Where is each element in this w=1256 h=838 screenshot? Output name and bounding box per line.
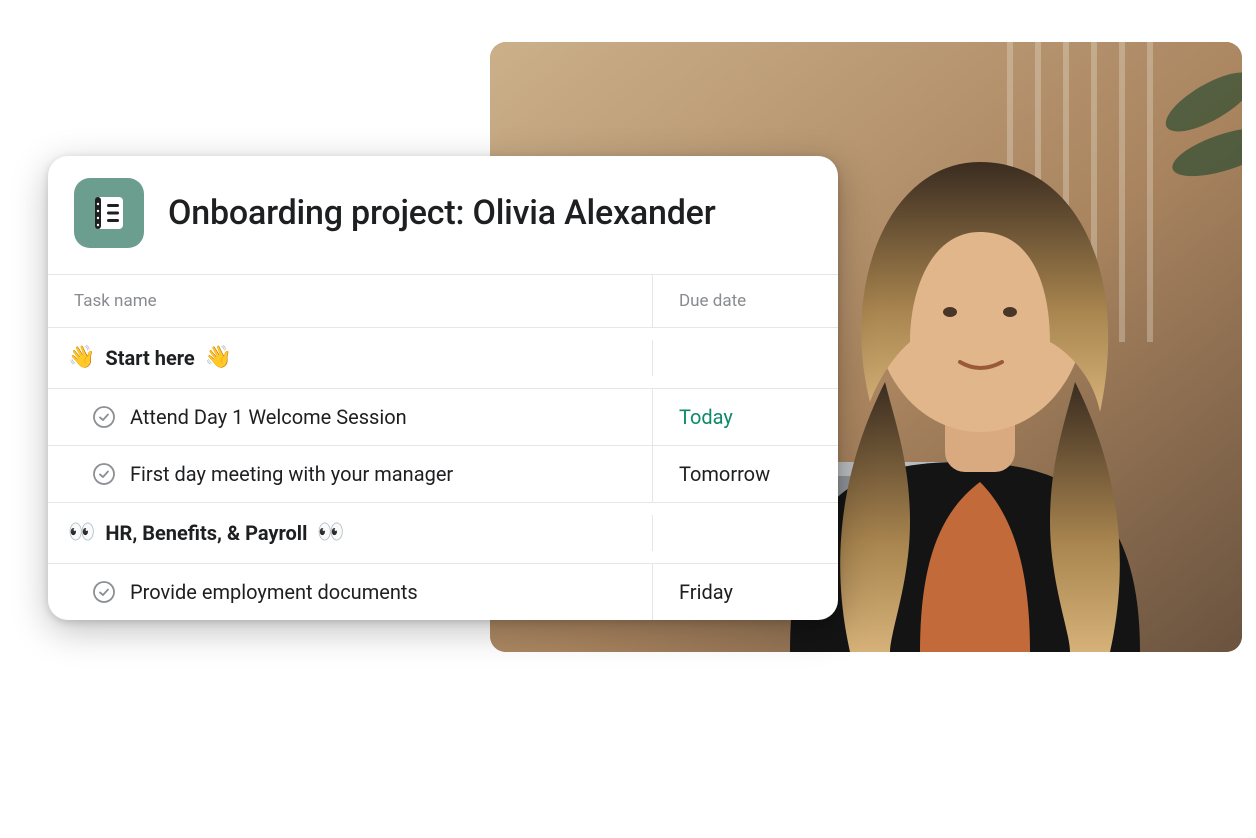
card-header: Onboarding project: Olivia Alexander (48, 156, 838, 274)
task-due: Friday (652, 564, 838, 620)
task-row[interactable]: Provide employment documents Friday (48, 563, 838, 620)
section-due-empty (652, 515, 838, 551)
project-title: Onboarding project: Olivia Alexander (168, 193, 716, 233)
onboarding-card: Onboarding project: Olivia Alexander Tas… (48, 156, 838, 620)
eyes-icon: 👀 (317, 522, 344, 544)
section-title: 👀 HR, Benefits, & Payroll 👀 (48, 503, 652, 563)
task-name: First day meeting with your manager (130, 462, 453, 486)
task-row[interactable]: Attend Day 1 Welcome Session Today (48, 388, 838, 445)
section-title: 👋 Start here 👋 (48, 328, 652, 388)
section-due-empty (652, 340, 838, 376)
check-circle-icon[interactable] (92, 462, 116, 486)
wave-icon: 👋 (68, 347, 95, 369)
task-name: Attend Day 1 Welcome Session (130, 405, 407, 429)
column-headers: Task name Due date (48, 274, 838, 327)
task-due: Tomorrow (652, 446, 838, 502)
task-name: Provide employment documents (130, 580, 418, 604)
column-due-date: Due date (652, 275, 838, 327)
check-circle-icon[interactable] (92, 405, 116, 429)
task-due: Today (652, 389, 838, 445)
check-circle-icon[interactable] (92, 580, 116, 604)
notebook-list-icon (74, 178, 144, 248)
section-title-text: Start here (105, 346, 194, 370)
eyes-icon: 👀 (68, 522, 95, 544)
stage: Onboarding project: Olivia Alexander Tas… (0, 0, 1256, 838)
section-row[interactable]: 👋 Start here 👋 (48, 327, 838, 388)
task-row[interactable]: First day meeting with your manager Tomo… (48, 445, 838, 502)
section-row[interactable]: 👀 HR, Benefits, & Payroll 👀 (48, 502, 838, 563)
section-title-text: HR, Benefits, & Payroll (105, 521, 307, 545)
column-task-name: Task name (48, 275, 652, 327)
wave-icon: 👋 (205, 347, 232, 369)
